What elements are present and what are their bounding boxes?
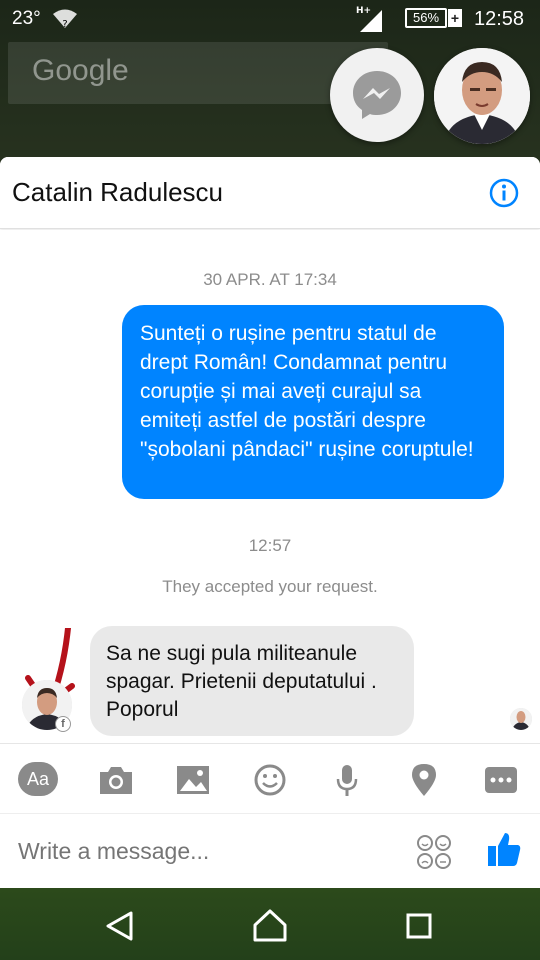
text-size-button[interactable]: Aa <box>18 762 58 796</box>
temperature: 23° <box>12 8 41 29</box>
request-accepted-note: They accepted your request. <box>162 577 378 596</box>
message-list[interactable]: 30 APR. AT 17:34 Sunteți o rușine pentru… <box>0 230 540 750</box>
thumbs-up-icon[interactable] <box>486 830 522 868</box>
svg-text:H+: H+ <box>356 6 371 16</box>
chat-header: Catalin Radulescu <box>0 157 540 229</box>
contact-chat-head[interactable] <box>434 48 530 144</box>
timestamp: 12:57 <box>248 536 292 555</box>
messenger-chat-head[interactable] <box>330 48 424 142</box>
wifi-icon: ? <box>52 8 78 36</box>
messenger-icon <box>353 71 401 119</box>
composer-toolbar: Aa <box>0 743 540 813</box>
svg-text:?: ? <box>62 19 67 30</box>
incoming-message[interactable]: Sa ne sugi pula militeanule spagar. Prie… <box>90 626 414 736</box>
recents-icon[interactable] <box>405 912 433 940</box>
home-icon[interactable] <box>252 908 288 942</box>
seen-indicator-avatar <box>510 708 532 730</box>
microphone-icon[interactable] <box>327 762 367 798</box>
message-input-row <box>0 813 540 888</box>
camera-icon[interactable] <box>96 762 136 798</box>
timestamp: 30 APR. AT 17:34 <box>203 270 337 289</box>
message-input[interactable] <box>18 838 398 865</box>
info-icon[interactable] <box>488 177 520 209</box>
chat-panel: Catalin Radulescu 30 APR. AT 17:34 Sunte… <box>0 157 540 888</box>
navigation-bar <box>0 888 540 960</box>
emoji-icon[interactable] <box>250 762 290 798</box>
google-logo-text: Google <box>32 54 129 87</box>
location-icon[interactable] <box>404 762 444 798</box>
more-options-icon[interactable] <box>481 762 521 798</box>
contact-name[interactable]: Catalin Radulescu <box>12 177 223 208</box>
clock: 12:58 <box>474 8 525 30</box>
battery-icon: 56% <box>405 8 447 28</box>
status-bar: 23° ? H+ 56% + 12:58 <box>0 0 540 38</box>
facebook-badge-icon: f <box>55 716 71 732</box>
sticker-icon[interactable] <box>416 834 452 870</box>
contact-avatar-image <box>434 48 530 144</box>
back-icon[interactable] <box>104 910 136 942</box>
charging-icon: + <box>448 9 462 27</box>
signal-icon: H+ <box>356 4 386 40</box>
outgoing-message[interactable]: Sunteți o rușine pentru statul de drept … <box>122 305 504 499</box>
gallery-icon[interactable] <box>173 762 213 798</box>
